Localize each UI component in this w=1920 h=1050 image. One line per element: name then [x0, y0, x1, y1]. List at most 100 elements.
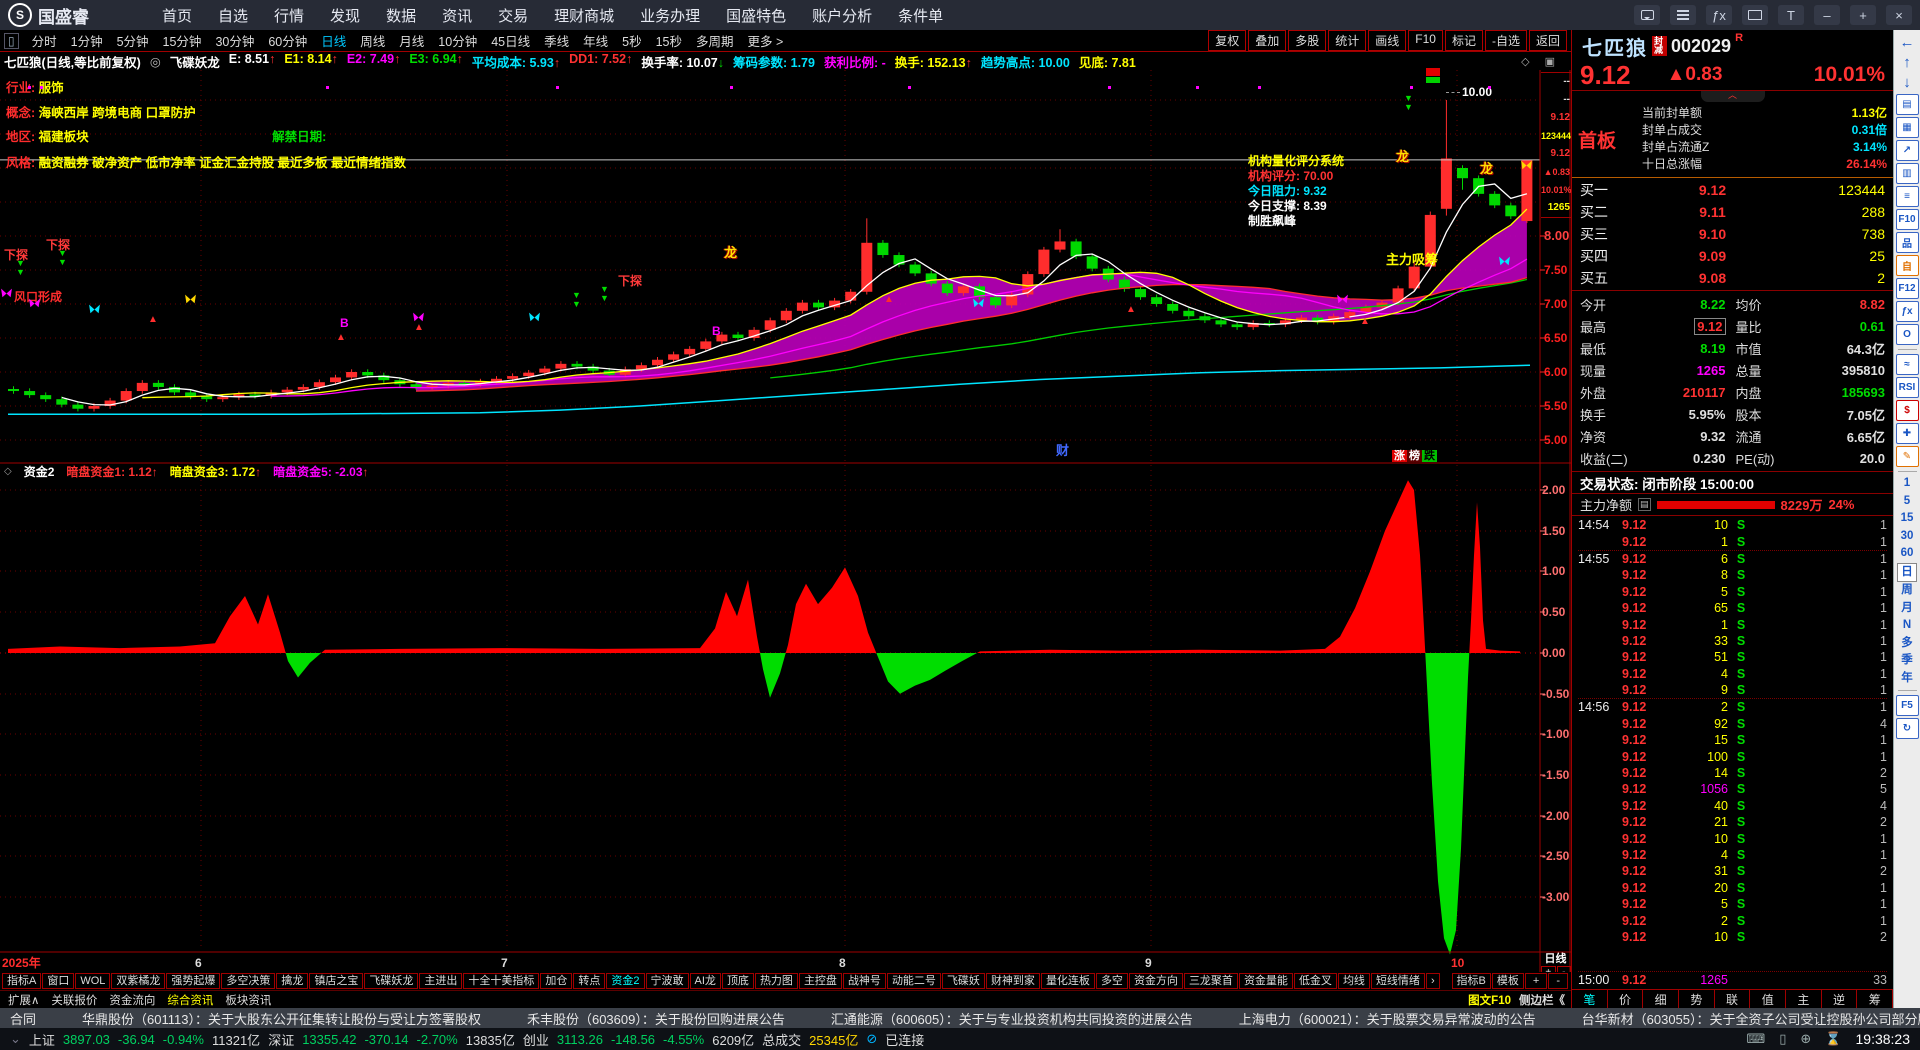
quote-tab-势[interactable]: 势 — [1679, 990, 1715, 1008]
chart-button-返回[interactable]: 返回 — [1528, 30, 1567, 51]
indicator-tab-资金方向[interactable]: 资金方向 — [1128, 973, 1183, 989]
chevron-circle-icon[interactable]: ⌄ — [10, 1031, 21, 1047]
quote-tab-主[interactable]: 主 — [1786, 990, 1822, 1008]
news-item[interactable]: 汇通能源（600605）：关于与专业投资机构共同投资的进展公告 — [831, 1009, 1193, 1028]
indicator-tab-强势起爆[interactable]: 强势起爆 — [166, 973, 221, 989]
tool-icon-自[interactable]: 自 — [1895, 255, 1919, 276]
indicator-tab-短线情绪[interactable]: 短线情绪 — [1370, 973, 1425, 989]
bid-level-row[interactable]: 买一 9.12 123444 — [1572, 179, 1893, 201]
chart-zone[interactable]: 七匹狼(日线,等比前复权) ◎ 飞碟妖龙 E: 8.51↑ E1: 8.14↑ E2… — [0, 52, 1572, 980]
close-button[interactable]: × — [1886, 5, 1912, 25]
indicator-tab-加仓[interactable]: 加仓 — [540, 973, 573, 989]
menu-item-理财商城[interactable]: 理财商城 — [554, 5, 614, 26]
tool-icon-▥[interactable]: ▥ — [1895, 163, 1919, 184]
indicator-tab-转点[interactable]: 转点 — [573, 973, 606, 989]
quote-tab-笔[interactable]: 笔 — [1572, 990, 1608, 1008]
quote-tab-价[interactable]: 价 — [1608, 990, 1644, 1008]
collapse-tab[interactable]: ︿ — [1572, 91, 1893, 103]
indicator-tab-动能二号[interactable]: 动能二号 — [886, 973, 941, 989]
indicator-tab-多空决策[interactable]: 多空决策 — [221, 973, 276, 989]
indicator-tab-主进出[interactable]: 主进出 — [419, 973, 463, 989]
period-分时[interactable]: 分时 — [25, 31, 64, 50]
indicator-tab-›[interactable]: › — [1425, 973, 1440, 989]
study-name[interactable]: 飞碟妖龙 — [170, 52, 220, 71]
indicator-tab-镇店之宝[interactable]: 镇店之宝 — [309, 973, 364, 989]
chart-button-画线[interactable]: 画线 — [1368, 30, 1407, 51]
maximize-button[interactable]: + — [1850, 5, 1876, 25]
period-30分钟[interactable]: 30分钟 — [208, 31, 261, 50]
tabrow-minus-button[interactable]: - — [1548, 973, 1568, 989]
period-1分钟[interactable]: 1分钟 — [64, 31, 110, 50]
menu-item-发现[interactable]: 发现 — [330, 5, 360, 26]
tool-icon-F12[interactable]: F12 — [1895, 278, 1919, 299]
period-季线[interactable]: 季线 — [537, 31, 576, 50]
bid-level-row[interactable]: 买五 9.08 2 — [1572, 267, 1893, 289]
indicator-tab-低金叉[interactable]: 低金叉 — [1293, 973, 1337, 989]
period-quick-60[interactable]: 60 — [1901, 545, 1914, 563]
secondary-tab-关联报价[interactable]: 关联报价 — [45, 992, 103, 1008]
tabrow-plus-button[interactable]: + — [1524, 973, 1548, 989]
chart-button-复权[interactable]: 复权 — [1208, 30, 1247, 51]
secondary-tab-扩展∧[interactable]: 扩展∧ — [2, 992, 45, 1008]
news-item[interactable]: 合同 — [10, 1009, 36, 1028]
tool-icon-$[interactable]: $ — [1895, 400, 1919, 421]
phone-icon[interactable]: ▯ — [1779, 1031, 1786, 1047]
chart-button-标记[interactable]: 标记 — [1444, 30, 1483, 51]
secondary-tab-资金流向[interactable]: 资金流向 — [103, 992, 161, 1008]
quote-tab-筹[interactable]: 筹 — [1857, 990, 1894, 1008]
hourglass-icon[interactable]: ⌛ — [1825, 1031, 1841, 1047]
tool-icon-品[interactable]: 品 — [1895, 232, 1919, 253]
nav-icon-↑[interactable]: ↑ — [1903, 53, 1911, 73]
news-item[interactable]: 华鼎股份（601113）：关于大股东公开征集转让股份与受让方签署股权 — [82, 1009, 481, 1028]
chart-button-多股[interactable]: 多股 — [1288, 30, 1327, 51]
quote-tab-值[interactable]: 值 — [1750, 990, 1787, 1008]
indicator-tab-WOL[interactable]: WOL — [75, 973, 111, 989]
menu-item-首页[interactable]: 首页 — [162, 5, 192, 26]
chat-icon[interactable] — [1634, 5, 1660, 25]
nav-icon-↓[interactable]: ↓ — [1903, 73, 1911, 93]
period-quick-周[interactable]: 周 — [1901, 582, 1913, 600]
tool-icon-✚[interactable]: ✚ — [1895, 423, 1919, 444]
tuwen-f10-label[interactable]: 图文F10 — [1464, 992, 1515, 1008]
tool-icon-✎[interactable]: ✎ — [1895, 446, 1919, 467]
period-15秒[interactable]: 15秒 — [649, 31, 689, 50]
sidebar-toggle[interactable]: 侧边栏《 — [1515, 992, 1569, 1008]
bid-level-row[interactable]: 买三 9.10 738 — [1572, 223, 1893, 245]
period-更多 >[interactable]: 更多 > — [741, 31, 791, 50]
indicator-tab-均线[interactable]: 均线 — [1337, 973, 1370, 989]
keyboard-icon[interactable]: ⌨ — [1746, 1031, 1765, 1047]
indicator-tab-资金2[interactable]: 资金2 — [606, 973, 645, 989]
news-item[interactable]: 台华新材（603055）：关于全资子公司受让控股孙公司部分股权暨关联 — [1582, 1009, 1920, 1028]
period-quick-30[interactable]: 30 — [1901, 528, 1914, 546]
period-quick-日[interactable]: 日 — [1897, 562, 1917, 582]
quote-tab-细[interactable]: 细 — [1643, 990, 1680, 1008]
period-quick-1[interactable]: 1 — [1904, 475, 1910, 493]
period-多周期[interactable]: 多周期 — [689, 31, 741, 50]
quote-tab-联[interactable]: 联 — [1715, 990, 1751, 1008]
indicator-tab-财神到家[interactable]: 财神到家 — [985, 973, 1040, 989]
period-5秒[interactable]: 5秒 — [615, 31, 648, 50]
chart-button--自选[interactable]: -自选 — [1484, 30, 1527, 51]
period-quick-15[interactable]: 15 — [1901, 510, 1914, 528]
period-5分钟[interactable]: 5分钟 — [110, 31, 156, 50]
secondary-tab-板块资讯[interactable]: 板块资讯 — [219, 992, 277, 1008]
tool-icon-▤[interactable]: ▤ — [1895, 94, 1919, 115]
menu-item-条件单[interactable]: 条件单 — [898, 5, 943, 26]
menu-item-交易[interactable]: 交易 — [498, 5, 528, 26]
period-60分钟[interactable]: 60分钟 — [261, 31, 314, 50]
indicator-tab-量化连板[interactable]: 量化连板 — [1040, 973, 1095, 989]
tick-list[interactable]: 14:54 9.12 10 S 1 9.12 1 S 1 14:55 9.12 6 S 1 9.12 8 S 1 9… — [1572, 516, 1893, 989]
indicator-tab-AI龙[interactable]: AI龙 — [689, 973, 721, 989]
menu-item-行情[interactable]: 行情 — [274, 5, 304, 26]
tool-icon-F10[interactable]: F10 — [1895, 209, 1919, 230]
tool-icon-↻[interactable]: ↻ — [1895, 718, 1919, 739]
news-item[interactable]: 上海电力（600021）：关于股票交易异常波动的公告 — [1239, 1009, 1536, 1028]
nav-icon-←[interactable]: ← — [1900, 33, 1915, 53]
layout-icon[interactable]: ▯ — [4, 32, 19, 49]
tool-icon-RSI[interactable]: RSI — [1895, 377, 1919, 398]
period-quick-5[interactable]: 5 — [1904, 493, 1910, 511]
tool-icon-O[interactable]: O — [1895, 324, 1919, 345]
indicator-tab-窗口[interactable]: 窗口 — [42, 973, 75, 989]
collapse-icon[interactable]: ◎ — [150, 54, 161, 69]
period-年线[interactable]: 年线 — [576, 31, 615, 50]
